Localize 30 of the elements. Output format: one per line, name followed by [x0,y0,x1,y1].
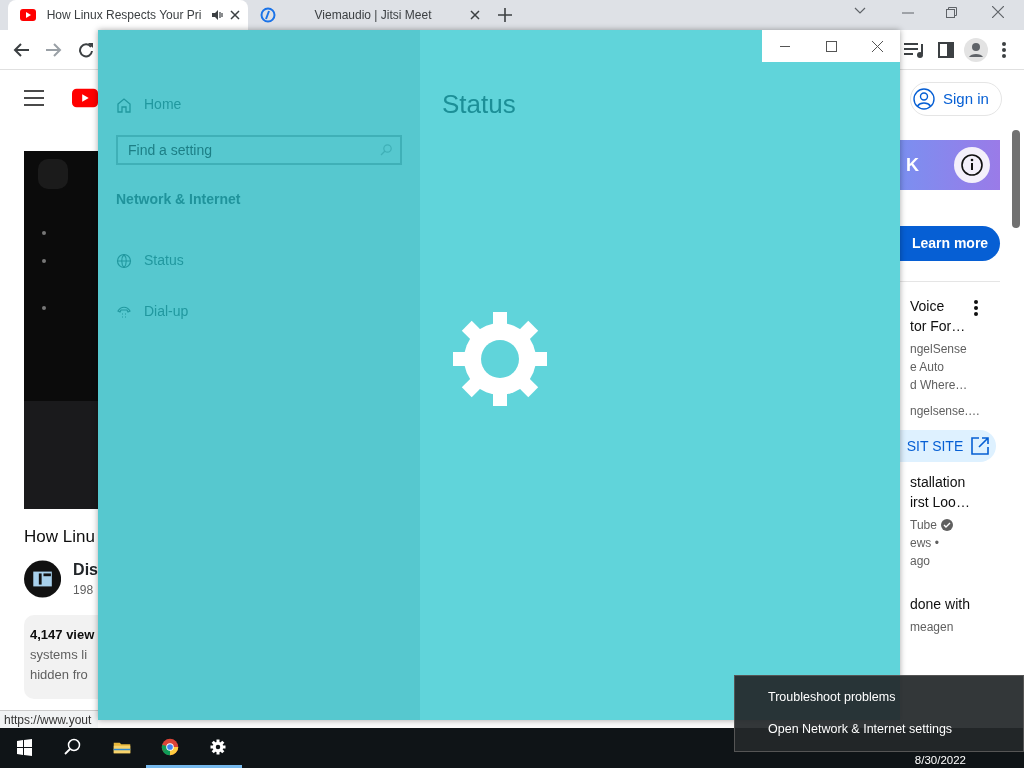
video-title[interactable]: Voice [910,296,1024,316]
ad-title: K [906,153,919,177]
video-title[interactable]: stallation [910,472,1024,492]
subscriber-count: 198 [73,582,95,599]
description-text: hidden fro [30,666,89,684]
menu-item[interactable]: Open Network & Internet settings [735,719,1023,739]
video-meta: meagen [910,619,954,636]
menu-item[interactable]: Troubleshoot problems [735,688,1023,708]
learn-more-button[interactable]: Learn more [900,226,1000,261]
channel-name[interactable]: Dis [73,559,98,581]
video-meta: d Where… [910,377,968,394]
date-text[interactable]: 8/30/2022 [914,752,966,768]
video-title[interactable]: done with [910,594,1024,614]
browser-tab[interactable]: How Linux Respects Your Pri [8,0,248,30]
visit-site-button[interactable]: SIT SITE [900,430,996,462]
video-meta: ews • [910,535,939,552]
video-meta: e Auto [910,359,945,376]
description-text: systems li [30,646,89,664]
page-title: Status [442,88,517,120]
view-count: 4,147 view [30,626,96,644]
video-meta: ago [910,553,931,570]
video-meta: Tube [910,517,937,534]
video-title[interactable]: irst Loo… [910,492,1024,512]
video-meta: ngelSense [910,341,967,358]
video-title[interactable]: tor For… [910,316,1024,336]
search-field[interactable]: Find a setting [116,135,402,165]
browser-tab[interactable]: Viemaudio | Jitsi Meet [248,0,488,30]
ad-link[interactable]: ngelsense.… [910,402,1024,420]
video-title: How Linu [24,526,96,548]
status-url: https://www.yout [0,710,98,728]
